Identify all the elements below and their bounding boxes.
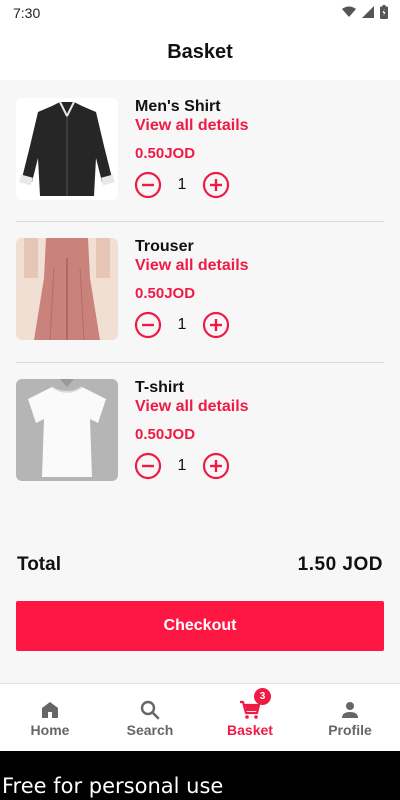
basket-item-tshirt: T-shirt View all details 0.50JOD 1	[16, 361, 384, 481]
decrease-quantity-button[interactable]	[134, 311, 162, 339]
item-name: Trouser	[135, 238, 194, 255]
page-title: Basket	[167, 41, 233, 63]
view-details-link[interactable]: View all details	[135, 117, 249, 135]
increase-quantity-button[interactable]	[202, 452, 230, 480]
nav-item-profile[interactable]: Profile	[300, 684, 400, 751]
basket-item-mens-shirt: Men's Shirt View all details 0.50JOD 1	[16, 80, 384, 200]
app-bar: Basket	[0, 26, 400, 80]
status-time: 7:30	[13, 5, 41, 21]
nav-item-home[interactable]: Home	[0, 684, 100, 751]
item-price: 0.50JOD	[135, 145, 196, 162]
quantity-value: 1	[177, 176, 187, 193]
person-icon	[342, 702, 358, 718]
bottom-navigation: Home Search Basket Profile	[0, 683, 400, 751]
nav-label: Basket	[227, 722, 273, 738]
product-image-trouser	[16, 238, 118, 340]
product-image-tshirt	[16, 379, 118, 481]
wifi-icon	[342, 6, 356, 17]
item-price: 0.50JOD	[135, 426, 196, 443]
decrease-quantity-button[interactable]	[134, 452, 162, 480]
nav-label: Home	[30, 722, 70, 738]
watermark-text: Free for personal use	[2, 774, 224, 798]
status-icons	[342, 5, 388, 19]
home-icon	[42, 702, 58, 718]
item-name: Men's Shirt	[135, 98, 221, 115]
basket-count-badge: 3	[254, 688, 271, 705]
increase-quantity-button[interactable]	[202, 311, 230, 339]
nav-item-search[interactable]: Search	[100, 684, 200, 751]
nav-item-basket[interactable]: Basket	[200, 684, 300, 751]
view-details-link[interactable]: View all details	[135, 257, 249, 275]
nav-label: Search	[126, 722, 174, 738]
decrease-quantity-button[interactable]	[134, 171, 162, 199]
quantity-value: 1	[177, 316, 187, 333]
checkout-button[interactable]: Checkout	[16, 601, 384, 651]
total-label: Total	[17, 554, 61, 575]
increase-quantity-button[interactable]	[202, 171, 230, 199]
nav-label: Profile	[328, 722, 372, 738]
total-value: 1.50 JOD	[297, 554, 383, 575]
product-image-shirt	[16, 98, 118, 200]
view-details-link[interactable]: View all details	[135, 398, 249, 416]
item-name: T-shirt	[135, 379, 184, 396]
signal-icon	[362, 6, 374, 18]
quantity-value: 1	[177, 457, 187, 474]
status-bar: 7:30	[0, 0, 400, 26]
basket-item-trouser: Trouser View all details 0.50JOD 1	[16, 220, 384, 340]
item-price: 0.50JOD	[135, 285, 196, 302]
search-icon	[140, 700, 160, 720]
battery-icon	[380, 5, 388, 19]
